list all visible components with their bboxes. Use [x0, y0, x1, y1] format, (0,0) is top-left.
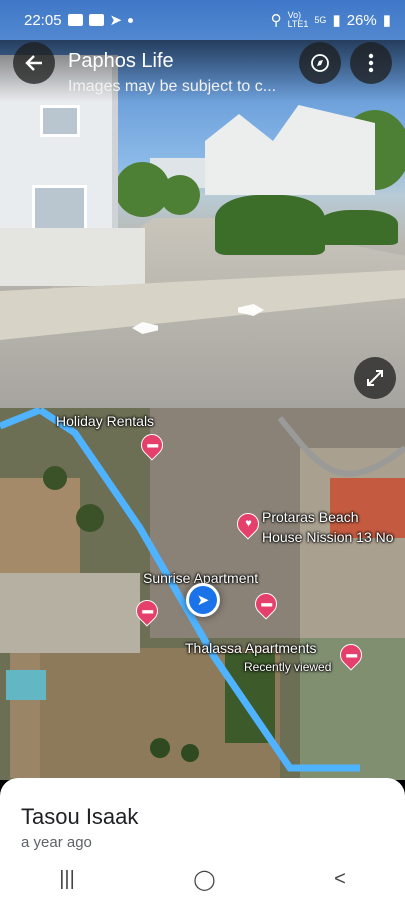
label-recently-viewed: Recently viewed	[244, 660, 332, 674]
location-status-icon: ⚲	[270, 12, 282, 29]
status-right: ⚲ Vo) LTE1 5G ▮ 26% ▮	[270, 11, 391, 30]
battery-level: 26%	[346, 11, 377, 29]
label-thalassa-apartments[interactable]: Thalassa Apartments	[185, 640, 317, 656]
volte-bottom: LTE1	[287, 19, 309, 29]
more-vert-icon	[368, 53, 374, 73]
system-nav-bar: ||| ◯ <	[0, 858, 405, 900]
hedge	[318, 210, 398, 245]
status-left: 22:05 ➤	[24, 11, 134, 29]
current-location-icon[interactable]: ➤	[186, 583, 220, 617]
window	[40, 105, 80, 137]
expand-button[interactable]	[354, 357, 396, 399]
status-bar: 22:05 ➤ ⚲ Vo) LTE1 5G ▮ 26% ▮	[0, 0, 405, 40]
back-nav-button[interactable]: <	[334, 868, 346, 891]
place-title: Paphos Life	[68, 50, 174, 72]
battery-icon: ▮	[382, 12, 391, 29]
gallery-notification-icon	[88, 14, 104, 26]
label-house-nission[interactable]: House Nission 13 No	[262, 529, 394, 545]
image-disclaimer[interactable]: Images may be subject to c...	[68, 78, 290, 96]
compass-icon	[311, 54, 329, 72]
label-holiday-rentals[interactable]: Holiday Rentals	[56, 413, 154, 429]
hedge	[215, 195, 325, 255]
telegram-notification-icon: ➤	[109, 12, 123, 29]
expand-icon	[367, 370, 383, 386]
photo-date: a year ago	[21, 834, 92, 851]
network-type: 5G	[314, 14, 327, 25]
youtube-notification-icon	[67, 14, 83, 26]
status-time: 22:05	[24, 11, 62, 29]
recents-button[interactable]: |||	[59, 868, 75, 891]
tree	[160, 175, 200, 215]
more-notifications-icon	[128, 17, 134, 23]
signal-icon: ▮	[332, 12, 341, 29]
label-protaras-beach[interactable]: Protaras Beach	[262, 509, 359, 525]
back-arrow-icon	[25, 55, 42, 71]
compass-button[interactable]	[299, 42, 341, 84]
more-options-button[interactable]	[350, 42, 392, 84]
garden-wall	[0, 228, 145, 286]
contributor-name[interactable]: Tasou Isaak	[21, 804, 138, 830]
home-button[interactable]: ◯	[193, 867, 215, 892]
back-button[interactable]	[13, 42, 55, 84]
volte-indicator: Vo) LTE1	[288, 11, 309, 29]
